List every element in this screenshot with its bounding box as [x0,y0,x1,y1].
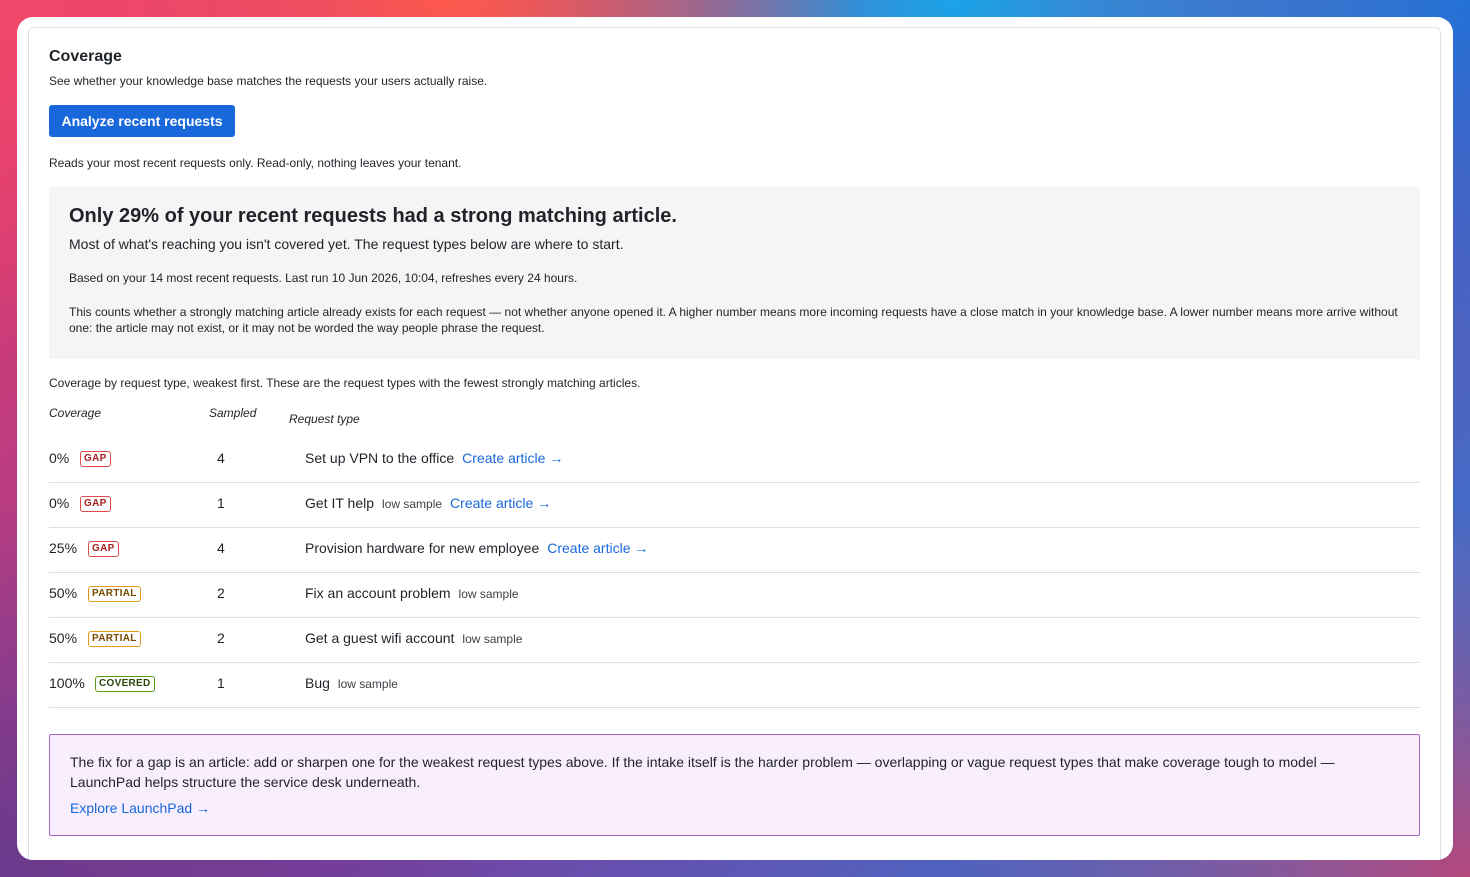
summary-description: Most of what's reaching you isn't covere… [69,236,624,252]
app-window: Coverage See whether your knowledge base… [17,17,1453,860]
sampled-count: 1 [217,675,225,691]
create-article-link[interactable]: Create article → [450,495,551,511]
create-article-link[interactable]: Create article → [547,540,648,556]
request-type-cell: Provision hardware for new employee Crea… [305,540,648,556]
low-sample-label: low sample [462,632,523,646]
request-type-name: Get IT help [305,495,375,511]
table-row: 50% PARTIAL 2 Fix an account problem low… [49,573,1420,618]
launchpad-callout: The fix for a gap is an article: add or … [49,734,1420,836]
column-header-request-type: Request type [289,412,360,426]
status-badge: GAP [88,541,119,557]
coverage-percent: 0% [49,495,70,511]
coverage-explanation: This counts whether a strongly matching … [69,305,1398,335]
based-on-note: Based on your 14 most recent requests. L… [69,271,578,285]
table-row: 50% PARTIAL 2 Get a guest wifi account l… [49,618,1420,663]
low-sample-label: low sample [382,497,443,511]
request-type-cell: Bug low sample [305,675,398,691]
status-badge: GAP [80,496,111,512]
explore-launchpad-link[interactable]: Explore LaunchPad → [70,800,210,816]
table-row: 100% COVERED 1 Bug low sample [49,663,1420,708]
summary-box: Only 29% of your recent requests had a s… [49,187,1420,359]
column-header-sampled: Sampled [209,406,257,420]
request-type-name: Get a guest wifi account [305,630,455,646]
table-row: 0% GAP 1 Get IT help low sample Create a… [49,483,1420,528]
coverage-percent: 50% [49,585,78,601]
coverage-percent: 50% [49,630,78,646]
analyze-requests-button[interactable]: Analyze recent requests [49,105,235,137]
request-type-name: Fix an account problem [305,585,451,601]
coverage-percent: 0% [49,450,70,466]
create-article-link[interactable]: Create article → [462,450,563,466]
coverage-table: 0% GAP 4 Set up VPN to the office Create… [49,438,1420,708]
request-type-cell: Fix an account problem low sample [305,585,519,601]
status-badge: GAP [80,451,111,467]
request-type-cell: Get a guest wifi account low sample [305,630,522,646]
request-type-name: Bug [305,675,330,691]
table-row: 0% GAP 4 Set up VPN to the office Create… [49,438,1420,483]
sampled-count: 2 [217,585,225,601]
sampled-count: 1 [217,495,225,511]
page-subtitle: See whether your knowledge base matches … [49,74,488,88]
table-row: 25% GAP 4 Provision hardware for new emp… [49,528,1420,573]
readonly-note: Reads your most recent requests only. Re… [49,156,462,170]
callout-text: The fix for a gap is an article: add or … [70,754,1335,790]
low-sample-label: low sample [458,587,519,601]
column-header-coverage: Coverage [49,406,102,420]
sampled-count: 4 [217,540,225,556]
request-type-cell: Get IT help low sample Create article → [305,495,551,511]
sampled-count: 4 [217,450,225,466]
status-badge: PARTIAL [88,631,141,647]
coverage-percent: 100% [49,675,85,691]
request-type-cell: Set up VPN to the office Create article … [305,450,563,466]
low-sample-label: low sample [337,677,398,691]
table-intro: Coverage by request type, weakest first.… [49,376,641,390]
sampled-count: 2 [217,630,225,646]
status-badge: PARTIAL [88,586,141,602]
summary-headline: Only 29% of your recent requests had a s… [69,205,677,227]
coverage-panel: Coverage See whether your knowledge base… [28,27,1441,860]
coverage-percent: 25% [49,540,78,556]
request-type-name: Provision hardware for new employee [305,540,540,556]
status-badge: COVERED [95,676,155,692]
request-type-name: Set up VPN to the office [305,450,455,466]
page-title: Coverage [49,48,122,65]
